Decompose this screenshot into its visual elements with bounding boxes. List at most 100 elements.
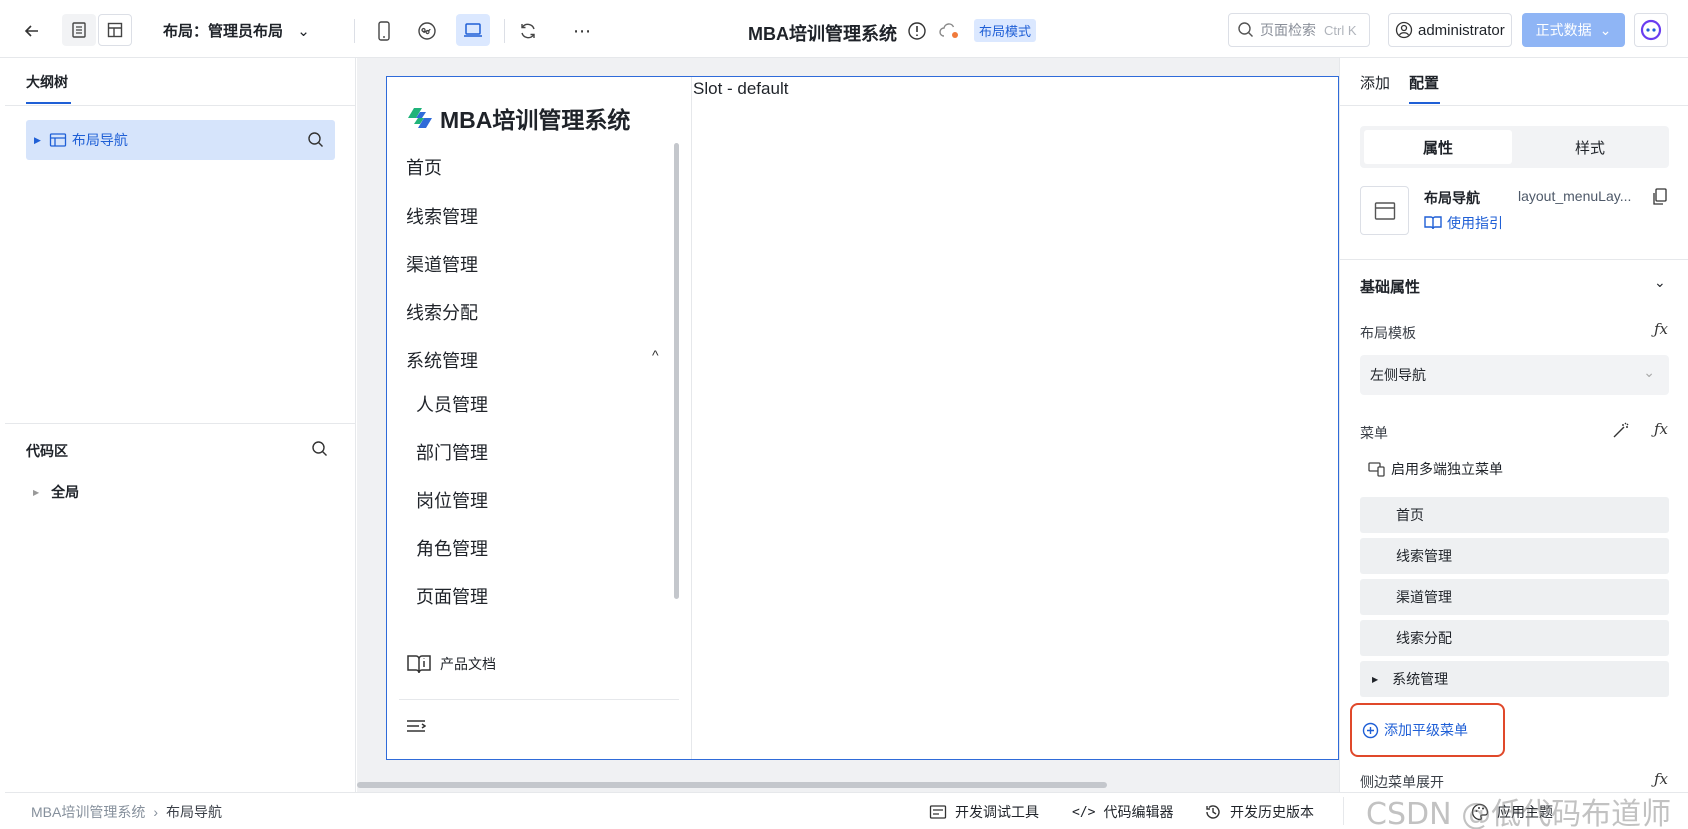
dev-tools-label: 开发调试工具 xyxy=(955,804,1039,820)
user-menu[interactable]: administrator xyxy=(1388,13,1512,47)
layout-view-icon[interactable] xyxy=(98,14,132,46)
add-sibling-menu-label: 添加平级菜单 xyxy=(1384,722,1468,738)
page-search-input[interactable]: 页面检索 Ctrl K xyxy=(1228,13,1370,47)
scrollbar-thumb[interactable] xyxy=(357,782,1107,788)
assistant-icon[interactable] xyxy=(1634,13,1668,47)
username: administrator xyxy=(1418,21,1505,39)
menu-row[interactable]: 渠道管理 xyxy=(1360,579,1669,615)
chevron-down-icon: ⌄ xyxy=(1643,364,1655,380)
menu-row-label: 系统管理 xyxy=(1392,671,1449,687)
canvas-h-scroll[interactable] xyxy=(357,779,1339,790)
nav-item-system[interactable]: 系统管理 xyxy=(406,347,478,373)
more-icon[interactable]: ⋯ xyxy=(568,17,596,45)
outline-item-layout-nav[interactable]: ▶ 布局导航 xyxy=(26,120,335,160)
search-shortcut: Ctrl K xyxy=(1324,22,1357,38)
code-icon: </> xyxy=(1072,804,1096,820)
menu-row[interactable]: 首页 xyxy=(1360,497,1669,533)
divider xyxy=(5,105,356,106)
menu-row-system[interactable]: ▶ 系统管理 xyxy=(1360,661,1669,697)
desktop-device-icon[interactable] xyxy=(456,14,490,46)
plus-circle-icon xyxy=(1362,722,1379,738)
magic-wand-icon[interactable] xyxy=(1612,421,1630,439)
code-editor-label: 代码编辑器 xyxy=(1103,804,1174,820)
outline-tab[interactable]: 大纲树 xyxy=(26,72,68,92)
left-panel: 大纲树 ▶ 布局导航 代码区 ▶ 全局 xyxy=(5,58,356,792)
segment-styles[interactable]: 样式 xyxy=(1516,130,1664,164)
mobile-device-icon[interactable] xyxy=(370,17,398,45)
search-icon xyxy=(1238,22,1253,37)
data-env-button[interactable]: 正式数据 ⌄ xyxy=(1522,13,1625,47)
sub-item-department[interactable]: 部门管理 xyxy=(416,439,488,465)
add-sibling-menu-button[interactable]: 添加平级菜单 xyxy=(1362,720,1468,740)
segment-properties[interactable]: 属性 xyxy=(1364,130,1512,164)
code-item-global[interactable]: ▶ 全局 xyxy=(33,482,79,502)
caret-right-icon[interactable]: ▶ xyxy=(34,135,41,146)
divider xyxy=(5,423,356,424)
layout-template-label: 布局模板 xyxy=(1360,325,1416,341)
code-item-label: 全局 xyxy=(51,484,80,500)
multi-device-icon xyxy=(1368,462,1385,477)
component-icon-box xyxy=(1360,186,1409,235)
divider xyxy=(1340,259,1688,260)
multi-menu-toggle[interactable]: 启用多端独立菜单 xyxy=(1368,459,1503,479)
nav-item-lead-assign[interactable]: 线索分配 xyxy=(406,299,478,325)
collapse-menu-icon[interactable] xyxy=(406,718,426,734)
tab-config[interactable]: 配置 xyxy=(1409,72,1439,93)
side-nav: MBA培训管理系统 首页 线索管理 渠道管理 线索分配 系统管理 ^ 人员管理 … xyxy=(387,77,692,759)
layout-selector[interactable]: 布局：管理员布局 ⌄ xyxy=(163,20,310,41)
sub-item-page[interactable]: 页面管理 xyxy=(416,583,488,609)
sub-item-staff[interactable]: 人员管理 xyxy=(416,391,488,417)
menu-row[interactable]: 线索管理 xyxy=(1360,538,1669,574)
back-arrow-icon[interactable] xyxy=(20,19,44,43)
guide-link[interactable]: 使用指引 xyxy=(1424,213,1503,233)
breadcrumb-current[interactable]: 布局导航 xyxy=(166,802,222,822)
fx-icon[interactable]: ƒx xyxy=(1654,320,1668,338)
fx-icon[interactable]: ƒx xyxy=(1654,420,1668,438)
nav-item-leads[interactable]: 线索管理 xyxy=(406,203,478,229)
mode-badge: 布局模式 xyxy=(974,19,1037,42)
search-icon[interactable] xyxy=(311,440,329,458)
breadcrumb-root[interactable]: MBA培训管理系统 xyxy=(31,802,145,822)
fx-icon[interactable]: ƒx xyxy=(1654,770,1668,788)
top-toolbar: 布局：管理员布局 ⌄ ⋯ MBA培训管理系统 布局模式 页面检索 Ctrl K … xyxy=(0,0,1688,58)
sub-item-position[interactable]: 岗位管理 xyxy=(416,487,488,513)
menu-row[interactable]: 线索分配 xyxy=(1360,620,1669,656)
outline-item-label: 布局导航 xyxy=(71,132,128,148)
chevron-down-icon[interactable]: ⌄ xyxy=(1654,274,1666,291)
sub-item-role[interactable]: 角色管理 xyxy=(416,535,488,561)
chevron-down-icon: ⌄ xyxy=(297,23,310,40)
nav-item-home[interactable]: 首页 xyxy=(406,154,442,180)
chevron-down-icon: ⌄ xyxy=(1599,21,1612,38)
caret-right-icon[interactable]: ▶ xyxy=(1372,675,1378,684)
dev-tools-button[interactable]: 开发调试工具 xyxy=(929,802,1039,822)
layout-template-select[interactable]: 左侧导航 ⌄ xyxy=(1360,355,1669,395)
nav-scrollbar[interactable] xyxy=(674,143,679,599)
logo-icon xyxy=(408,108,432,128)
breadcrumb: MBA培训管理系统 › 布局导航 xyxy=(31,802,222,822)
tab-add[interactable]: 添加 xyxy=(1360,72,1390,93)
refresh-icon[interactable] xyxy=(514,17,542,45)
code-editor-button[interactable]: </> 代码编辑器 xyxy=(1072,802,1173,822)
code-area-title: 代码区 xyxy=(26,443,68,459)
component-id: layout_menuLay... xyxy=(1518,188,1632,204)
guide-book-icon xyxy=(1424,216,1442,230)
copy-icon[interactable] xyxy=(1652,188,1668,206)
tab-underline xyxy=(26,102,71,104)
bottom-status-bar: MBA培训管理系统 › 布局导航 开发调试工具 </> 代码编辑器 开发历史版本… xyxy=(5,792,1688,829)
nav-item-channels[interactable]: 渠道管理 xyxy=(406,251,478,277)
chevron-up-icon[interactable]: ^ xyxy=(652,347,659,363)
app-title: MBA培训管理系统 xyxy=(748,24,897,44)
divider xyxy=(1343,797,1344,825)
caret-right-icon: ▶ xyxy=(33,487,40,497)
info-icon[interactable] xyxy=(906,20,928,42)
history-button[interactable]: 开发历史版本 xyxy=(1204,802,1314,822)
user-icon xyxy=(1395,21,1413,39)
search-icon[interactable] xyxy=(307,131,325,149)
page-view-icon[interactable] xyxy=(62,14,96,46)
multi-menu-label: 启用多端独立菜单 xyxy=(1391,461,1503,477)
miniprogram-icon[interactable] xyxy=(413,17,441,45)
slot-label: Slot - default xyxy=(693,79,789,98)
doc-link[interactable]: 产品文档 xyxy=(406,652,496,676)
history-icon xyxy=(1206,805,1220,819)
layout-component-icon xyxy=(49,133,67,147)
